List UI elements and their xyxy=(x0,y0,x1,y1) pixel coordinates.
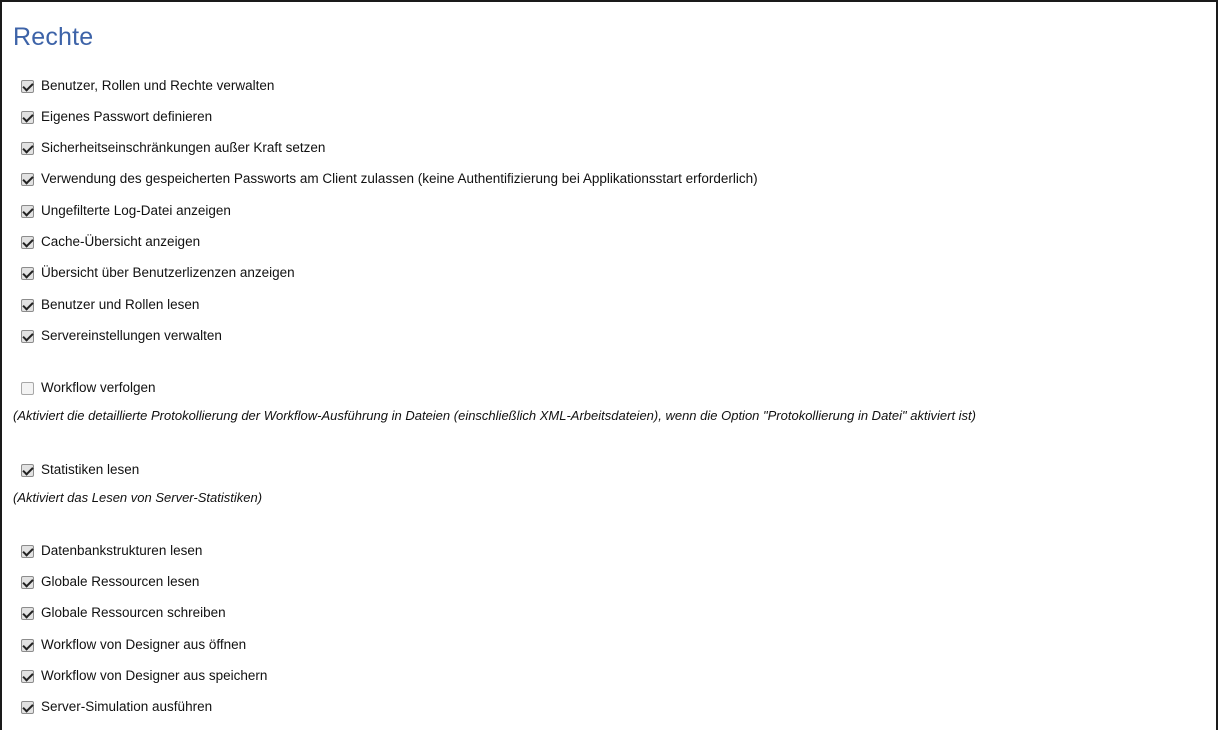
permission-define-own-password[interactable]: Eigenes Passwort definieren xyxy=(21,108,212,126)
permission-label: Workflow von Designer aus öffnen xyxy=(41,637,247,652)
permission-view-cache-overview[interactable]: Cache-Übersicht anzeigen xyxy=(21,233,200,251)
permission-label: Sicherheitseinschränkungen außer Kraft s… xyxy=(41,140,326,155)
permission-override-security[interactable]: Sicherheitseinschränkungen außer Kraft s… xyxy=(21,139,325,157)
permission-label: Benutzer, Rollen und Rechte verwalten xyxy=(41,78,275,93)
permission-label: Benutzer und Rollen lesen xyxy=(41,297,200,312)
permission-label: Verwendung des gespeicherten Passworts a… xyxy=(41,171,758,186)
permission-save-workflow-from-designer[interactable]: Workflow von Designer aus speichern xyxy=(21,667,267,685)
permission-label: Statistiken lesen xyxy=(41,462,140,477)
permission-label: Datenbankstrukturen lesen xyxy=(41,543,203,558)
permission-read-users-roles[interactable]: Benutzer und Rollen lesen xyxy=(21,296,199,314)
permission-label: Cache-Übersicht anzeigen xyxy=(41,234,201,249)
permission-allow-saved-password[interactable]: Verwendung des gespeicherten Passworts a… xyxy=(21,170,758,188)
checkbox[interactable] xyxy=(21,381,34,395)
checkbox[interactable] xyxy=(21,298,34,312)
permissions-panel: Rechte Benutzer, Rollen und Rechte verwa… xyxy=(0,0,1218,730)
permission-label: Eigenes Passwort definieren xyxy=(41,109,213,124)
permission-label: Workflow verfolgen xyxy=(41,380,156,395)
checkbox[interactable] xyxy=(21,700,34,714)
checkbox[interactable] xyxy=(21,204,34,218)
permission-view-user-licenses[interactable]: Übersicht über Benutzerlizenzen anzeigen xyxy=(21,264,295,282)
checkbox[interactable] xyxy=(21,266,34,280)
permission-read-database-structures[interactable]: Datenbankstrukturen lesen xyxy=(21,542,202,560)
permission-manage-server-settings[interactable]: Servereinstellungen verwalten xyxy=(21,327,222,345)
permission-label: Globale Ressourcen schreiben xyxy=(41,605,226,620)
permission-description: (Aktiviert die detaillierte Protokollier… xyxy=(13,408,976,423)
permission-label: Globale Ressourcen lesen xyxy=(41,574,200,589)
section-title: Rechte xyxy=(13,23,94,51)
permission-view-unfiltered-log[interactable]: Ungefilterte Log-Datei anzeigen xyxy=(21,202,231,220)
permission-open-workflow-from-designer[interactable]: Workflow von Designer aus öffnen xyxy=(21,636,246,654)
permission-read-statistics[interactable]: Statistiken lesen xyxy=(21,461,139,479)
permission-read-global-resources[interactable]: Globale Ressourcen lesen xyxy=(21,573,199,591)
permission-description: (Aktiviert das Lesen von Server-Statisti… xyxy=(13,490,263,505)
permission-label: Übersicht über Benutzerlizenzen anzeigen xyxy=(41,265,295,280)
checkbox[interactable] xyxy=(21,172,34,186)
permission-label: Workflow von Designer aus speichern xyxy=(41,668,268,683)
checkbox[interactable] xyxy=(21,235,34,249)
checkbox[interactable] xyxy=(21,141,34,155)
checkbox[interactable] xyxy=(21,79,34,93)
checkbox[interactable] xyxy=(21,329,34,343)
checkbox[interactable] xyxy=(21,463,34,477)
checkbox[interactable] xyxy=(21,575,34,589)
checkbox[interactable] xyxy=(21,110,34,124)
permission-label: Servereinstellungen verwalten xyxy=(41,328,222,343)
checkbox[interactable] xyxy=(21,669,34,683)
checkbox[interactable] xyxy=(21,638,34,652)
checkbox[interactable] xyxy=(21,606,34,620)
permission-trace-workflow[interactable]: Workflow verfolgen xyxy=(21,379,156,397)
permission-label: Server-Simulation ausführen xyxy=(41,699,213,714)
permission-run-server-simulation[interactable]: Server-Simulation ausführen xyxy=(21,698,212,716)
permission-manage-users-roles-rights[interactable]: Benutzer, Rollen und Rechte verwalten xyxy=(21,77,274,95)
permission-write-global-resources[interactable]: Globale Ressourcen schreiben xyxy=(21,604,226,622)
checkbox[interactable] xyxy=(21,544,34,558)
permission-label: Ungefilterte Log-Datei anzeigen xyxy=(41,203,231,218)
